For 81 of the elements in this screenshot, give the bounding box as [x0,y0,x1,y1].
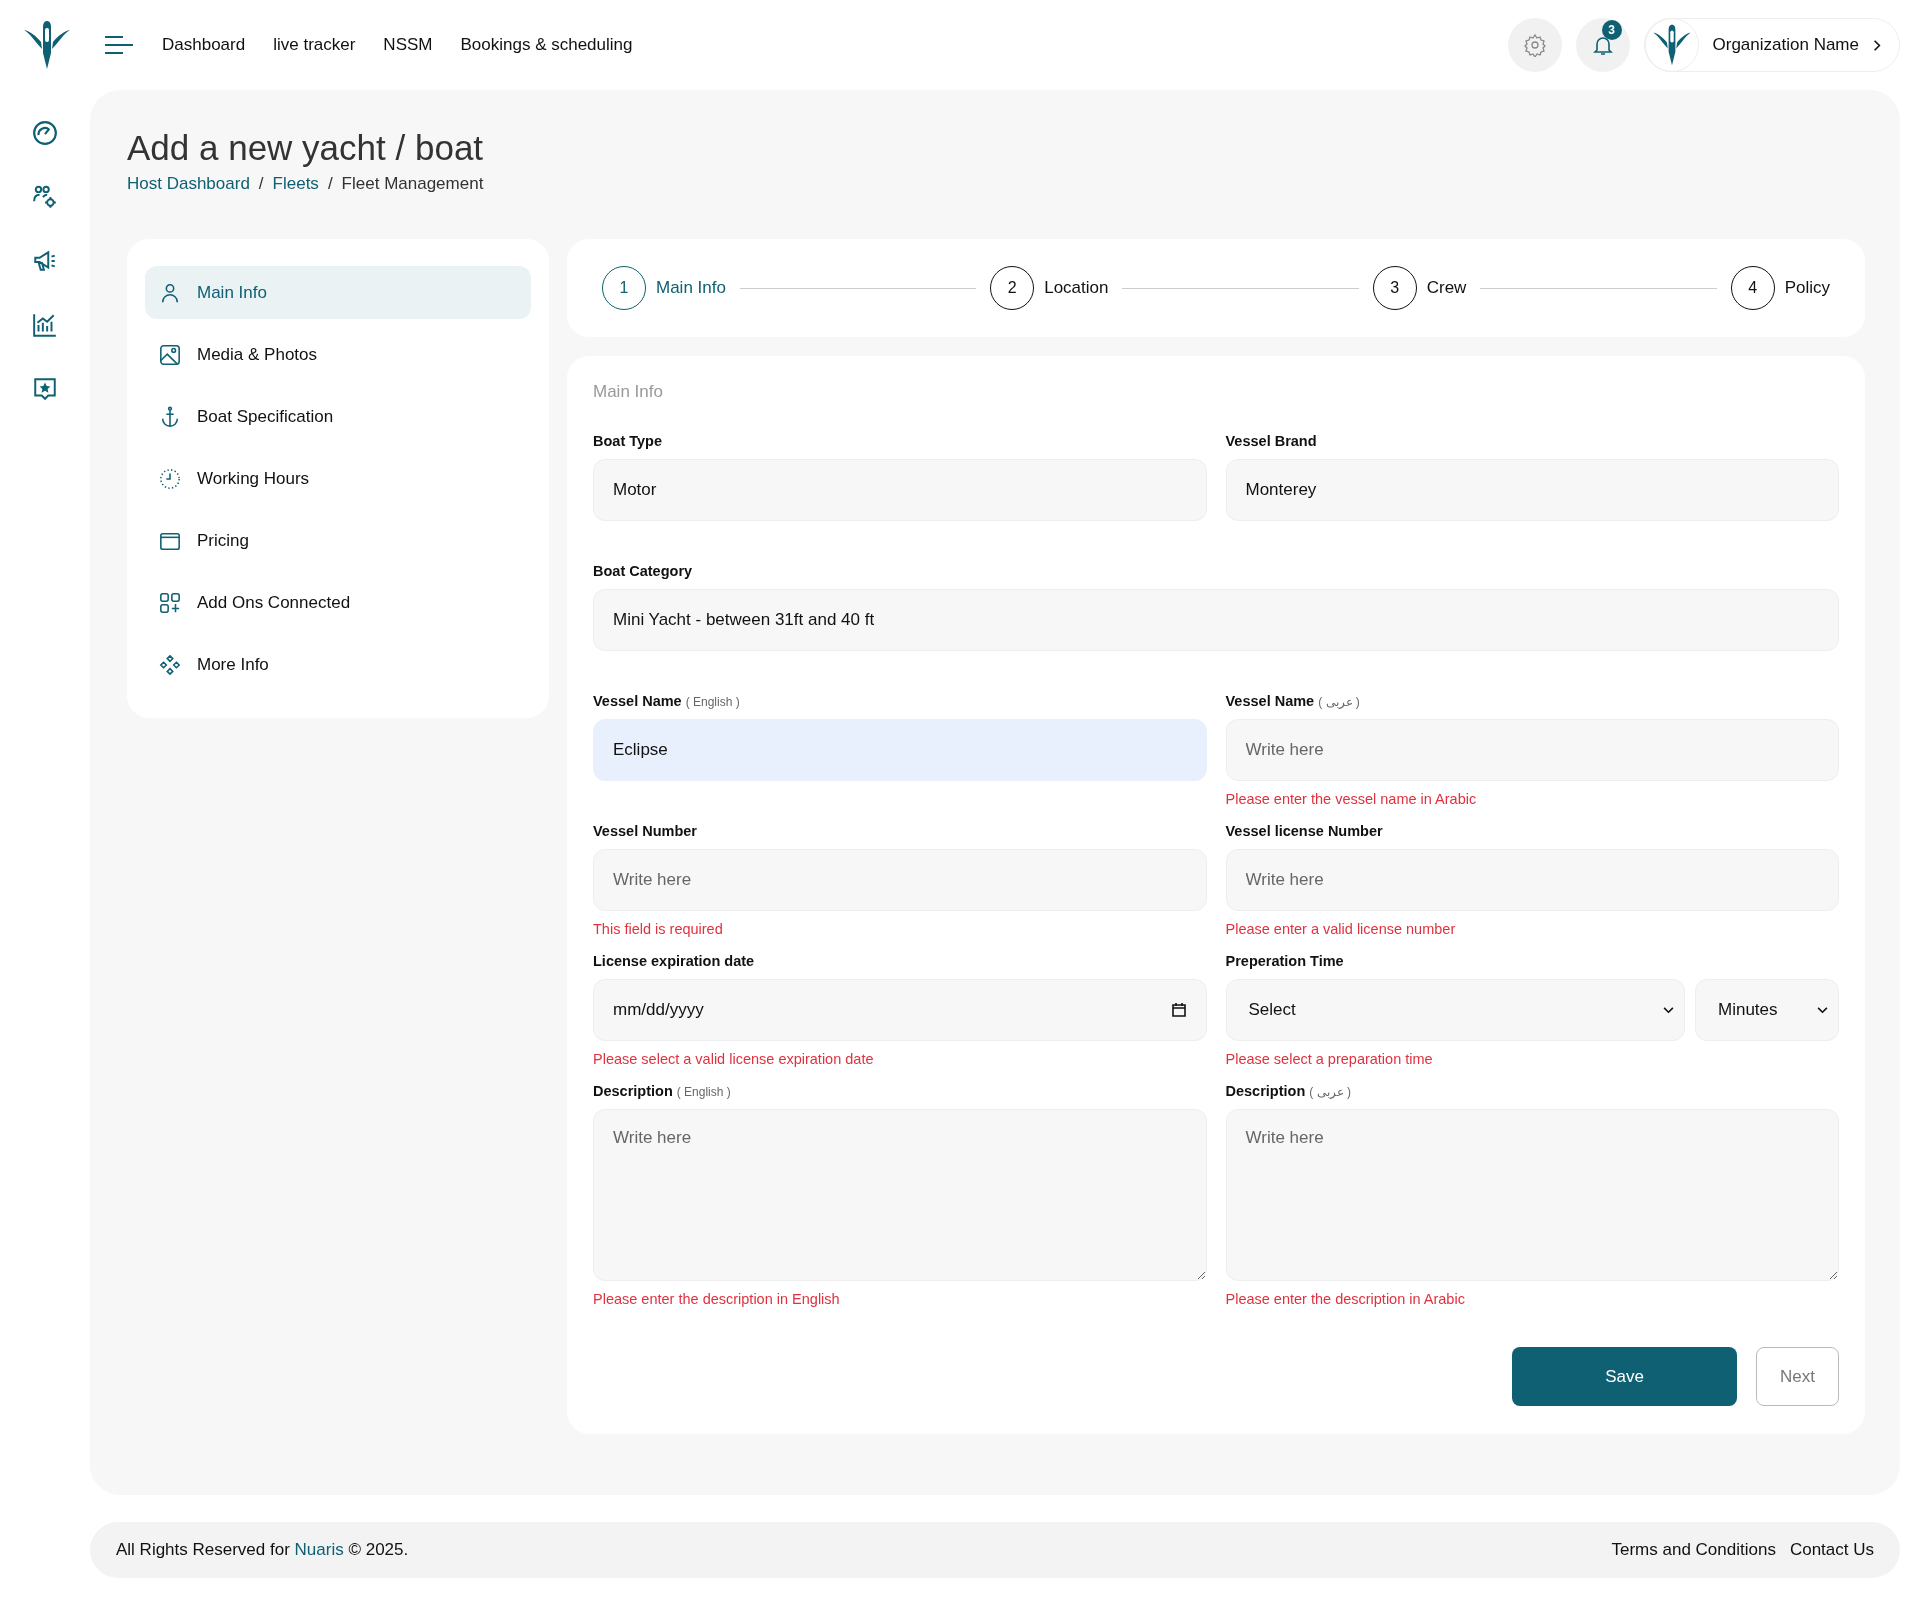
error-message: Please enter a valid license number [1225,921,1456,937]
person-icon [159,281,181,304]
nav-link[interactable]: NSSM [383,35,433,55]
input-field[interactable]: Monterey [1225,459,1839,521]
breadcrumb-current: Fleet Management [341,174,484,194]
image-icon [159,343,181,366]
notification-badge: 3 [1601,20,1622,40]
step-tab[interactable]: 3 Crew [1372,266,1467,310]
error-message: Please enter the vessel name in Arabic [1225,791,1477,807]
nav-link[interactable]: live tracker [273,35,356,55]
field-label: Boat Category [593,563,693,579]
chevron-right-icon [1873,38,1881,52]
select-field[interactable]: Select [1225,979,1685,1041]
input-field[interactable]: Write here [593,849,1207,911]
page-title: Add a new yacht / boat [127,128,485,168]
nav-link[interactable]: Dashboard [162,35,246,55]
field-label-note: ( English ) [676,1085,731,1099]
input-field[interactable]: Motor [593,459,1207,521]
footer-link[interactable]: Contact Us [1789,1540,1874,1560]
chart-icon[interactable] [32,312,58,338]
field-label: Preperation Time [1225,953,1344,969]
input-field[interactable]: Eclipse [593,719,1207,781]
error-message: Please enter the description in English [593,1291,840,1307]
step-tab[interactable]: 1 Main Info [602,266,726,310]
settings-icon [1522,33,1547,57]
caret-icon [1663,1006,1674,1014]
field-label-note: ( عربى ) [1318,695,1360,709]
step-tab[interactable]: 4 Policy [1730,266,1830,310]
grid-plus-icon [159,591,181,614]
date-field[interactable]: mm/dd/yyyy [593,979,1207,1041]
error-message: Please enter the description in Arabic [1225,1291,1465,1307]
next-button[interactable]: Next [1756,1347,1839,1406]
field-label: Vessel Brand [1225,433,1317,449]
section-item[interactable]: Add Ons Connected [145,576,531,629]
error-message: Please select a valid license expiration date [593,1051,874,1067]
footer-link[interactable]: Terms and Conditions [1611,1540,1776,1560]
breadcrumb-link[interactable]: Fleets [272,174,319,194]
unit-select[interactable]: Minutes [1695,979,1839,1041]
section-item[interactable]: More Info [145,638,531,691]
megaphone-icon[interactable] [32,248,58,274]
field-label: Boat Type [593,433,663,449]
field-label: Vessel Name [1225,693,1315,709]
field-label: Vessel license Number [1225,823,1383,839]
clock-icon [159,467,181,490]
calendar-icon [1170,1002,1187,1018]
section-item[interactable]: Working Hours [145,452,531,505]
textarea-field[interactable]: Write here [1225,1109,1839,1281]
textarea-field[interactable]: Write here [593,1109,1207,1281]
field-label: Vessel Name [593,693,682,709]
notifications-button[interactable]: 3 [1575,18,1630,72]
field-label: Description [593,1083,673,1099]
nav-link[interactable]: Bookings & scheduling [460,35,633,55]
anchor-icon [159,405,181,428]
input-field[interactable]: Mini Yacht - between 31ft and 40 ft [593,589,1839,651]
section-item[interactable]: Media & Photos [145,328,531,381]
section-item[interactable]: Pricing [145,514,531,567]
input-field[interactable]: Write here [1225,849,1839,911]
speedometer-icon[interactable] [32,120,58,146]
breadcrumb-separator: / [258,174,264,194]
brand-link[interactable]: Nuaris [294,1540,344,1559]
copyright-text: All Rights Reserved for Nuaris © 2025. [116,1540,409,1560]
field-label-note: ( English ) [685,695,740,709]
field-label-note: ( عربى ) [1309,1085,1351,1099]
input-field[interactable]: Write here [1225,719,1839,781]
section-item[interactable]: Main Info [145,266,531,319]
breadcrumb-separator: / [327,174,333,194]
caret-icon [1817,1006,1828,1014]
field-label: Vessel Number [593,823,697,839]
step-tab[interactable]: 2 Location [990,266,1109,310]
star-badge-icon[interactable] [32,376,58,402]
error-message: This field is required [593,921,723,937]
field-label: License expiration date [593,953,755,969]
section-item[interactable]: Boat Specification [145,390,531,443]
users-gear-icon[interactable] [32,184,58,210]
error-message: Please select a preparation time [1225,1051,1433,1067]
form-heading: Main Info [593,382,664,402]
menu-icon[interactable] [104,35,134,55]
breadcrumb-link[interactable]: Host Dashboard [127,174,250,194]
field-label: Description [1225,1083,1306,1099]
save-button[interactable]: Save [1512,1347,1737,1406]
diamonds-icon [159,653,181,676]
